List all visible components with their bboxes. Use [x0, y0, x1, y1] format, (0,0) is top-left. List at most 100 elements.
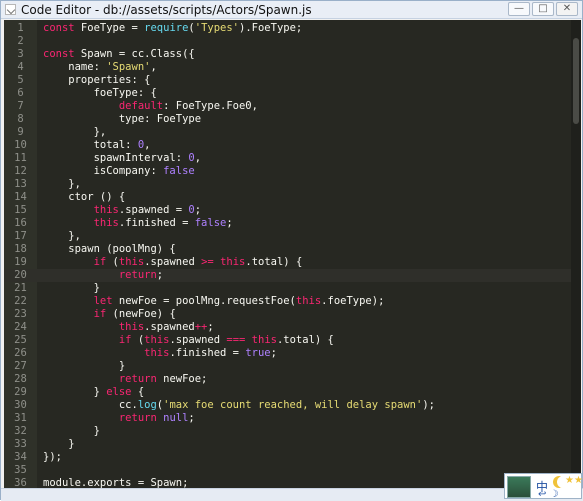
title-bar[interactable]: Code Editor - db://assets/scripts/Actors… [1, 1, 582, 19]
code-line[interactable]: 18 spawn (poolMng) { [4, 243, 581, 256]
line-number: 18 [14, 243, 27, 255]
code-token: ( [106, 256, 119, 268]
code-text: name: 'Spawn', [43, 61, 157, 74]
code-line[interactable]: 22 let newFoe = poolMng.requestFoe(this.… [4, 295, 581, 308]
code-line[interactable]: 31 return null; [4, 412, 581, 425]
code-editor[interactable]: 1 const FoeType = require('Types').FoeTyp… [4, 20, 581, 488]
code-token: else [106, 386, 132, 398]
code-token: } [43, 386, 107, 398]
code-line[interactable]: 1 const FoeType = require('Types').FoeTyp… [4, 22, 581, 35]
code-line[interactable]: 28 return newFoe; [4, 373, 581, 386]
code-line[interactable]: 19 if (this.spawned >= this.total) { [4, 256, 581, 269]
code-line[interactable]: 14 ctor () { [4, 191, 581, 204]
code-token: const [43, 22, 75, 34]
window-title: Code Editor - db://assets/scripts/Actors… [21, 3, 312, 17]
code-line[interactable]: 30 cc.log('max foe count reached, will d… [4, 399, 581, 412]
code-line[interactable]: 34}); [4, 451, 581, 464]
code-token: >= [201, 256, 214, 268]
vertical-scrollbar[interactable] [571, 20, 581, 488]
code-token: cc. [43, 399, 138, 411]
line-number: 9 [17, 126, 24, 138]
code-text: if (newFoe) { [43, 308, 176, 321]
code-token: .spawned = [118, 204, 189, 216]
code-line[interactable]: 2 [4, 35, 581, 48]
code-line[interactable]: 33 } [4, 438, 581, 451]
line-number: 3 [17, 48, 24, 60]
window-controls: — □ ✕ [508, 2, 578, 16]
code-text: } [43, 282, 100, 295]
code-line[interactable]: 23 if (newFoe) { [4, 308, 581, 321]
code-token: this [144, 334, 170, 346]
ime-toolbar[interactable]: 中 ★★ ↩ ☽ [504, 473, 583, 500]
code-line[interactable]: 15 this.spawned = 0; [4, 204, 581, 217]
code-line[interactable]: 11 spawnInterval: 0, [4, 152, 581, 165]
code-line[interactable]: 5 properties: { [4, 74, 581, 87]
code-line[interactable]: 6 foeType: { [4, 87, 581, 100]
line-number: 4 [17, 61, 24, 73]
code-line[interactable]: 7 default: FoeType.Foe0, [4, 100, 581, 113]
code-token: this [93, 204, 119, 216]
code-text: } [43, 425, 100, 438]
code-text: ctor () { [43, 191, 125, 204]
code-text: if (this.spawned === this.total) { [43, 334, 334, 347]
code-text: return; [43, 269, 163, 282]
app-icon [5, 4, 16, 15]
code-token: }, [43, 126, 107, 138]
code-line[interactable]: 25 if (this.spawned === this.total) { [4, 334, 581, 347]
scrollbar-thumb[interactable] [573, 38, 579, 124]
code-text: const Spawn = cc.Class({ [43, 48, 195, 61]
code-token: let [93, 295, 113, 307]
code-token: .spawned [144, 321, 195, 333]
code-token: ; [194, 204, 202, 216]
line-number: 19 [14, 256, 27, 268]
code-line[interactable]: 8 type: FoeType [4, 113, 581, 126]
code-line[interactable]: 21 } [4, 282, 581, 295]
code-token: .finished = [118, 217, 195, 229]
code-line[interactable]: 4 name: 'Spawn', [4, 61, 581, 74]
code-line[interactable]: 24 this.spawned++; [4, 321, 581, 334]
code-token: newFoe = poolMng.requestFoe( [112, 295, 296, 307]
code-line[interactable]: 36 module.exports = Spawn; [4, 477, 581, 488]
code-text: cc.log('max foe count reached, will dela… [43, 399, 435, 412]
code-line[interactable]: 10 total: 0, [4, 139, 581, 152]
code-token: this [220, 256, 246, 268]
code-line[interactable]: 20 return; [4, 269, 581, 282]
code-line[interactable]: 26 this.finished = true; [4, 347, 581, 360]
minimize-button[interactable]: — [508, 2, 530, 16]
code-token: return [118, 412, 157, 424]
code-token: } [43, 360, 126, 372]
code-token: .spawned [169, 334, 227, 346]
code-token: ( [131, 334, 145, 346]
line-number: 2 [17, 35, 24, 47]
code-line[interactable]: 27 } [4, 360, 581, 373]
code-text: return null; [43, 412, 195, 425]
line-number: 6 [17, 87, 24, 99]
close-button[interactable]: ✕ [556, 2, 578, 16]
code-token: log [137, 399, 157, 411]
code-text: }, [43, 178, 81, 191]
code-line[interactable]: 32 } [4, 425, 581, 438]
maximize-button[interactable]: □ [532, 2, 554, 16]
code-line[interactable]: 29 } else { [4, 386, 581, 399]
code-token: } [43, 438, 75, 450]
code-token: .total) { [276, 334, 334, 346]
code-line[interactable]: 3 const Spawn = cc.Class({ [4, 48, 581, 61]
code-line[interactable]: 16 this.finished = false; [4, 217, 581, 230]
code-token: this [93, 217, 119, 229]
code-line[interactable]: 13 }, [4, 178, 581, 191]
line-number: 36 [14, 477, 27, 488]
line-number: 28 [14, 373, 27, 385]
code-text: } else { [43, 386, 145, 399]
code-line[interactable]: 35 [4, 464, 581, 477]
code-line[interactable]: 17 }, [4, 230, 581, 243]
line-number: 20 [14, 269, 27, 281]
code-line[interactable]: 12 isCompany: false [4, 165, 581, 178]
code-token: ; [156, 269, 164, 281]
code-line[interactable]: 9 }, [4, 126, 581, 139]
